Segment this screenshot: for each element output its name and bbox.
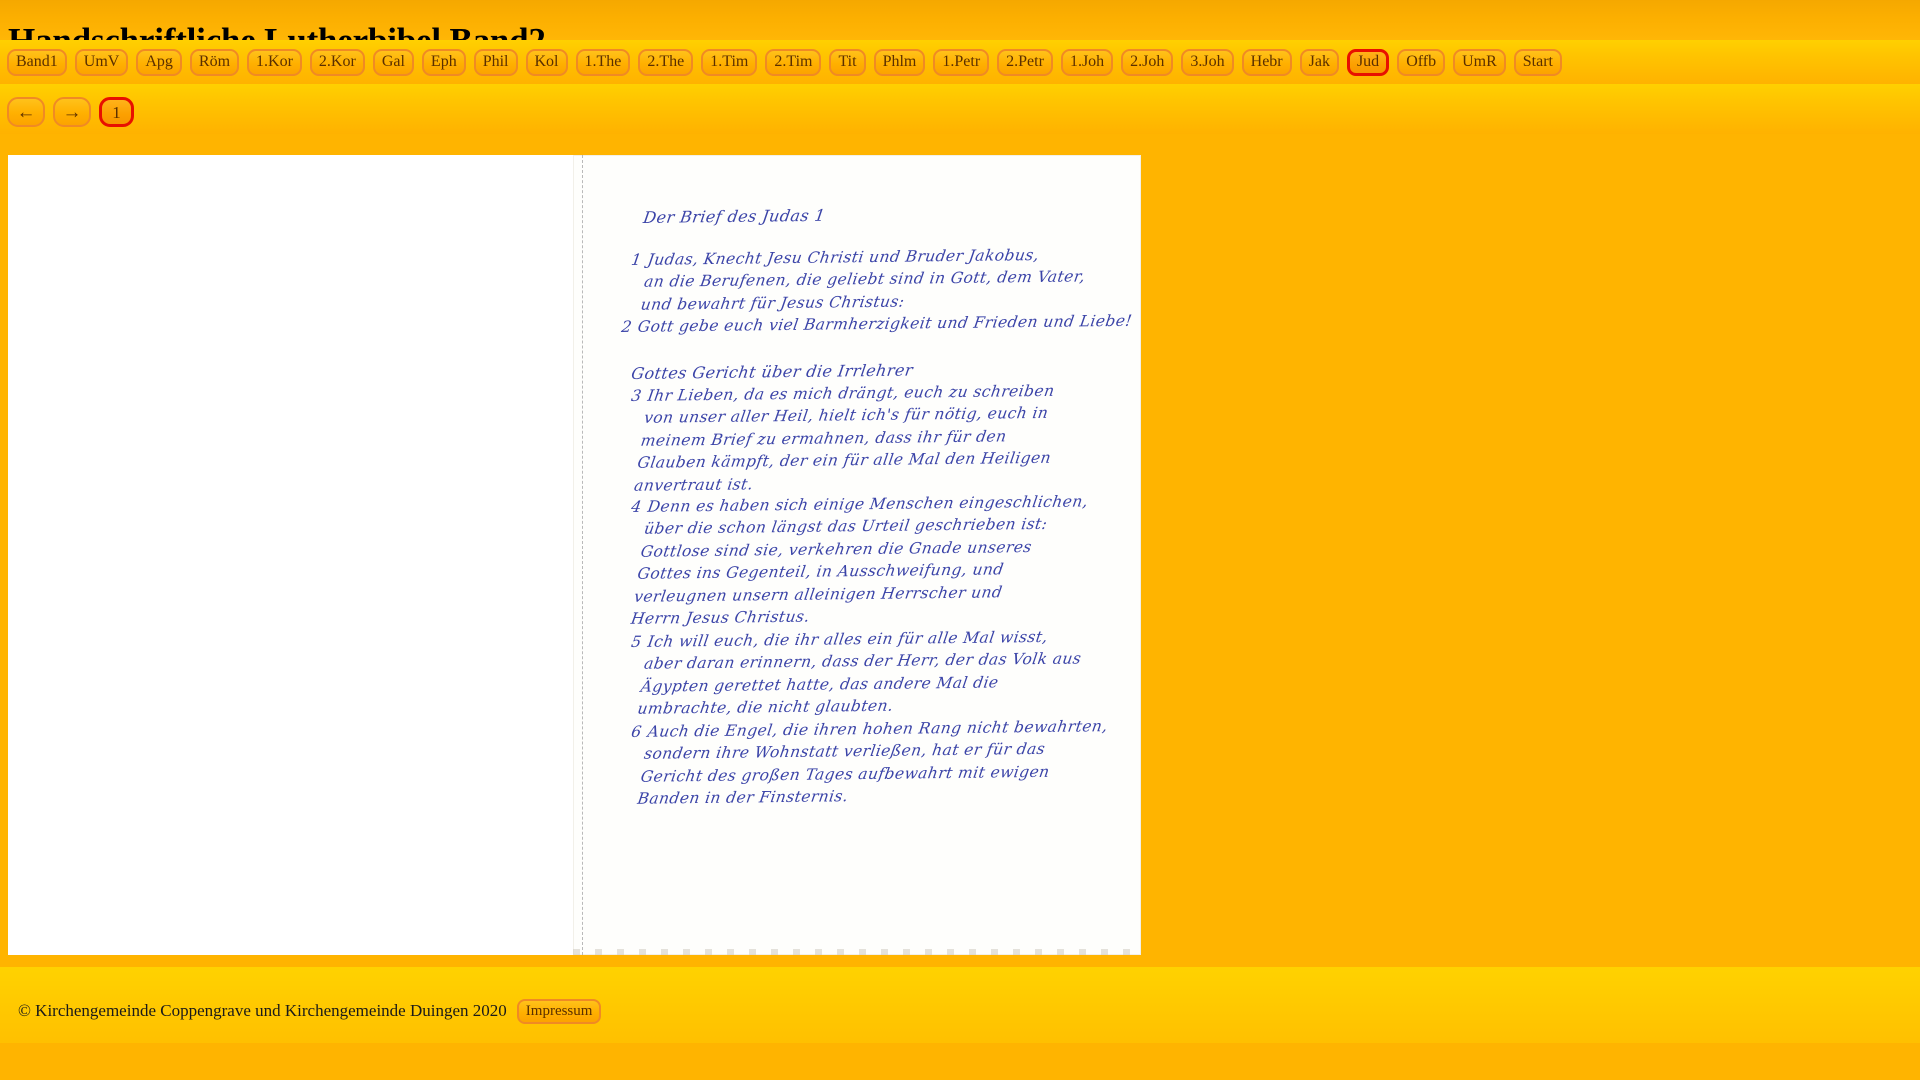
scan-verse-4: 4 Denn es haben sich einige Menschen eing… [613,490,1134,631]
page-number-button-1[interactable]: 1 [99,97,134,127]
scan-verse-1: 1 Judas, Knecht Jesu Christi und Bruder J… [620,243,1134,339]
scan-verse-5: 5 Ich will euch, die ihr alles ein für al… [620,625,1134,721]
scan-heading-title: Der Brief des Judas 1 [642,205,827,227]
verse-number: 6 [630,722,643,741]
book-nav-button-2-kor[interactable]: 2.Kor [309,48,365,76]
impressum-link[interactable]: Impressum [516,998,602,1024]
book-nav-button-phil[interactable]: Phil [473,48,518,76]
next-page-button[interactable]: → [53,97,91,127]
scan-line: 6 Auch die Engel, die ihren hohen Rang ni… [630,717,1109,741]
book-nav-button-r-m[interactable]: Röm [189,48,240,76]
content-area: Der Brief des Judas 1 1 Judas, Knecht Jes… [8,155,1141,955]
verse-number: 4 [630,497,643,516]
book-nav-button-1-the[interactable]: 1.The [575,48,631,76]
book-nav-button-umr[interactable]: UmR [1453,48,1506,76]
book-nav-button-jak[interactable]: Jak [1299,48,1339,76]
book-nav-button-hebr[interactable]: Hebr [1241,48,1292,76]
book-nav-button-3-joh[interactable]: 3.Joh [1181,48,1234,76]
footer: © Kirchengemeinde Coppengrave und Kirche… [0,996,1920,1026]
scan-line: 5 Ich will euch, die ihr alles ein für al… [630,627,1050,651]
book-nav-button-1-tim[interactable]: 1.Tim [701,48,758,76]
prev-page-button[interactable]: ← [7,97,45,127]
book-nav-button-band1[interactable]: Band1 [7,48,67,76]
book-nav-button-eph[interactable]: Eph [421,48,466,76]
book-nav-button-2-tim[interactable]: 2.Tim [765,48,822,76]
book-nav-button-phlm[interactable]: Phlm [873,48,926,76]
verse-number: 2 [620,318,634,337]
book-nav-button-1-kor[interactable]: 1.Kor [247,48,302,76]
scan-verse-6: 6 Auch die Engel, die ihren hohen Rang ni… [620,715,1134,811]
book-nav-button-1-joh[interactable]: 1.Joh [1060,48,1114,76]
scan-verse-2: 2 Gott gebe euch viel Barmherzigkeit und … [620,311,1134,337]
scan-line: Banden in der Finsternis. [636,787,850,809]
book-nav: Band1 UmV Apg Röm 1.Kor 2.Kor Gal Eph Phil Kol 1.T… [0,44,1920,80]
scan-line: 3 Ihr Lieben, da es mich drängt, euch zu … [630,381,1056,405]
pager-controls: ← → 1 [0,92,1920,132]
book-nav-button-start[interactable]: Start [1513,48,1562,76]
verse-number: 1 [630,250,643,269]
book-nav-button-2-joh[interactable]: 2.Joh [1121,48,1174,76]
book-nav-button-2-petr[interactable]: 2.Petr [997,48,1053,76]
verse-number: 5 [630,632,643,651]
book-nav-button-jud[interactable]: Jud [1346,48,1390,76]
bottom-band [0,1043,1920,1080]
copyright-text: © Kirchengemeinde Coppengrave und Kirche… [18,1001,507,1020]
scan-line: 4 Denn es haben sich einige Menschen eing… [630,492,1090,516]
verse-number: 3 [630,386,643,405]
page-root: Handschriftliche Lutherbibel Band2 Band1… [0,0,1920,1080]
book-nav-button-offb[interactable]: Offb [1397,48,1446,76]
scan-line: 1 Judas, Knecht Jesu Christi und Bruder J… [630,246,1041,269]
book-nav-button-kol[interactable]: Kol [525,48,568,76]
scanned-page-image[interactable]: Der Brief des Judas 1 1 Judas, Knecht Jes… [573,155,1141,955]
book-nav-button-apg[interactable]: Apg [136,48,182,76]
book-nav-button-umv[interactable]: UmV [74,48,129,76]
book-nav-button-gal[interactable]: Gal [372,48,414,76]
scan-verse-3: 3 Ihr Lieben, da es mich drängt, euch zu … [617,379,1134,497]
book-nav-button-1-petr[interactable]: 1.Petr [933,48,990,76]
book-nav-button-2-the[interactable]: 2.The [638,48,694,76]
book-nav-button-tit[interactable]: Tit [829,48,866,76]
